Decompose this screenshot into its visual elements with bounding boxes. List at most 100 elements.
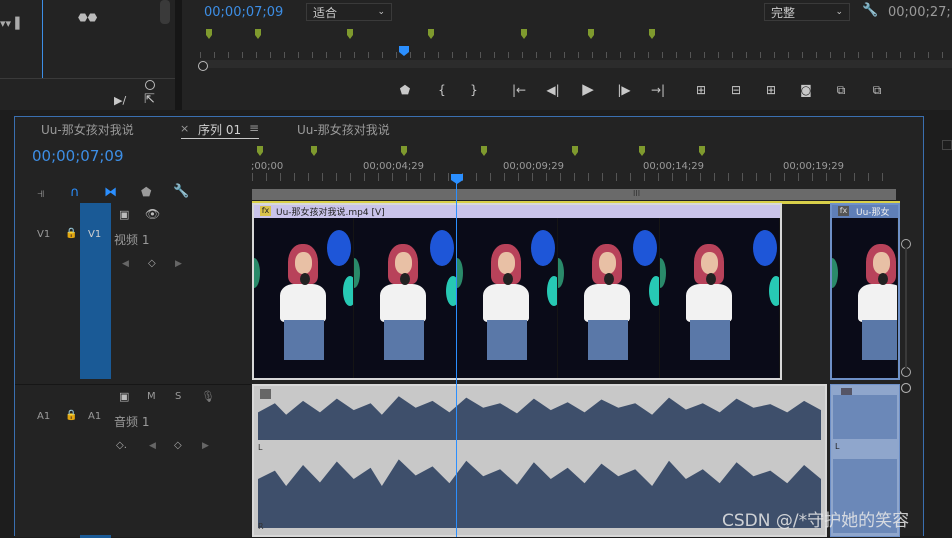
marker[interactable] [588,29,594,39]
fx-badge[interactable] [260,389,271,399]
tab-sequence-01[interactable]: 序列 01 [198,121,241,138]
marker[interactable] [257,146,263,156]
wrench-icon[interactable]: 🔧 [173,184,189,199]
timeline-playhead-head[interactable] [451,174,463,184]
lock-icon[interactable]: 🔒 [65,228,77,239]
audio-track-height-handle[interactable] [901,383,911,393]
mark-in-button[interactable]: { [433,82,451,98]
add-marker-button[interactable]: ⬟ [396,82,414,98]
marker[interactable] [255,29,261,39]
wrench-icon[interactable]: 🔧 [862,3,878,18]
track-name: 音频 1 [114,415,150,429]
go-to-in-button[interactable]: |← [510,82,528,98]
marker[interactable] [481,146,487,156]
snap-nest-icon[interactable]: ⫣ [37,186,45,201]
tab-clip-2[interactable]: Uu-那女孩对我说 [297,121,390,138]
fx-badge[interactable]: fx [838,206,849,216]
insert-button[interactable]: ⊞ [692,82,710,98]
marker[interactable] [521,29,527,39]
channel-label-left: L [835,442,840,451]
track-target-v1[interactable]: V1 [80,203,111,379]
track-target-label[interactable]: A1 [88,411,101,422]
zoom-handle[interactable] [198,61,208,71]
marker[interactable] [347,29,353,39]
marker[interactable] [311,146,317,156]
zoom-handle[interactable] [145,80,155,90]
fit-dropdown[interactable]: 适合 ⌄ [306,3,392,21]
tab-source-clip[interactable]: Uu-那女孩对我说 [41,121,134,138]
timeline-playhead-line[interactable] [456,179,457,537]
step-icon[interactable]: ▶/ [114,94,126,107]
microphone-icon[interactable]: 🎙 [201,390,215,403]
prev-keyframe-icon[interactable]: ◀ [122,259,129,269]
monitor-scroll-track[interactable] [200,60,952,68]
clip-label: Uu-那女孩对我说.mp4 [V] [276,208,385,218]
active-tab-underline [181,138,259,139]
export-icon[interactable]: ⇱ [144,92,155,107]
volume-keyframe-icon[interactable]: ◇. [116,440,127,451]
zoom-bar-grip[interactable]: III [633,189,640,198]
marker[interactable] [572,146,578,156]
fit-dropdown-label: 适合 [313,5,338,20]
mute-button[interactable]: M [147,391,156,402]
clip-header: fx Uu-那女 [832,205,898,218]
timeline-timecode[interactable]: 00;00;07;09 [32,147,124,165]
mark-out-button[interactable]: } [465,82,483,98]
track-height-handle[interactable] [901,367,911,377]
source-marker-icons: ▾▾▐ [0,17,20,30]
add-marker-icon[interactable]: ⬟ [141,185,151,199]
step-forward-button[interactable]: |▶ [615,82,633,98]
track-id[interactable]: V1 [37,229,50,240]
source-scrollbar[interactable] [160,0,170,24]
next-keyframe-icon[interactable]: ▶ [175,259,182,269]
program-monitor: 00;00;07;09 适合 ⌄ 完整 ⌄ 🔧 00;00;27;1 ⬟ { }… [182,0,952,110]
track-id[interactable]: A1 [37,411,50,422]
camera-icon[interactable]: ◙ [797,82,815,98]
audio-track-header: A1 🔒 A1 ▣ M S 🎙 音频 1 ◇. ◀ ◇ ▶ [15,384,251,538]
play-button[interactable]: ▶ [579,80,597,98]
timeline-panel: Uu-那女孩对我说 × 序列 01 ≡ Uu-那女孩对我说 00;00;07;0… [14,116,924,538]
video-track-header: V1 🔒 V1 ▣ 👁 视频 1 ◀ ◇ ▶ [15,203,251,383]
film-icon[interactable]: ▣ [119,208,129,221]
linked-selection-icon[interactable]: ⧓ [104,185,117,200]
panel-divider[interactable] [175,0,182,110]
marker[interactable] [401,146,407,156]
next-keyframe-icon[interactable]: ▶ [202,441,209,451]
snap-icon[interactable]: ∩ [70,185,80,200]
marker[interactable] [428,29,434,39]
timeline-zoom-bar[interactable] [252,189,896,200]
monitor-ruler[interactable] [200,52,952,58]
marker[interactable] [206,29,212,39]
clip-header: fx Uu-那女孩对我说.mp4 [V] [254,205,780,218]
overwrite-button[interactable]: ⊟ [727,82,745,98]
marker[interactable] [639,146,645,156]
eye-icon[interactable]: 👁 [145,207,160,221]
chevron-down-icon: ⌄ [377,7,385,17]
tab-menu-icon[interactable]: ≡ [249,121,259,135]
compare-button[interactable]: ⧉ [832,82,850,98]
multicam-button[interactable]: ⧉ [868,82,886,98]
lift-button[interactable]: ⊞ [762,82,780,98]
quality-dropdown[interactable]: 完整 ⌄ [764,3,850,21]
panel-edge-handle[interactable] [942,140,952,150]
film-icon[interactable]: ▣ [119,390,129,403]
video-clip[interactable]: fx Uu-那女孩对我说.mp4 [V] [252,203,782,380]
solo-button[interactable]: S [175,391,181,402]
prev-keyframe-icon[interactable]: ◀ [149,441,156,451]
step-back-button[interactable]: ◀| [544,82,562,98]
fx-badge[interactable]: fx [260,206,271,216]
marker[interactable] [699,146,705,156]
program-end-timecode: 00;00;27;1 [888,5,952,20]
tab-close-icon[interactable]: × [180,122,189,135]
lock-icon[interactable]: 🔒 [65,410,77,421]
video-clip-2[interactable]: fx Uu-那女 [830,203,900,380]
program-timecode[interactable]: 00;00;07;09 [204,5,283,20]
go-to-out-button[interactable]: →| [649,82,667,98]
clip-label: Uu-那女 [856,208,890,218]
keyframe-icon[interactable]: ◇ [174,440,182,451]
ruler-label: ;00;00 [251,161,284,172]
keyframe-icon[interactable]: ◇ [148,258,156,269]
timeline-ruler[interactable] [252,173,896,181]
vertical-scrollbar[interactable] [905,248,907,368]
marker[interactable] [649,29,655,39]
